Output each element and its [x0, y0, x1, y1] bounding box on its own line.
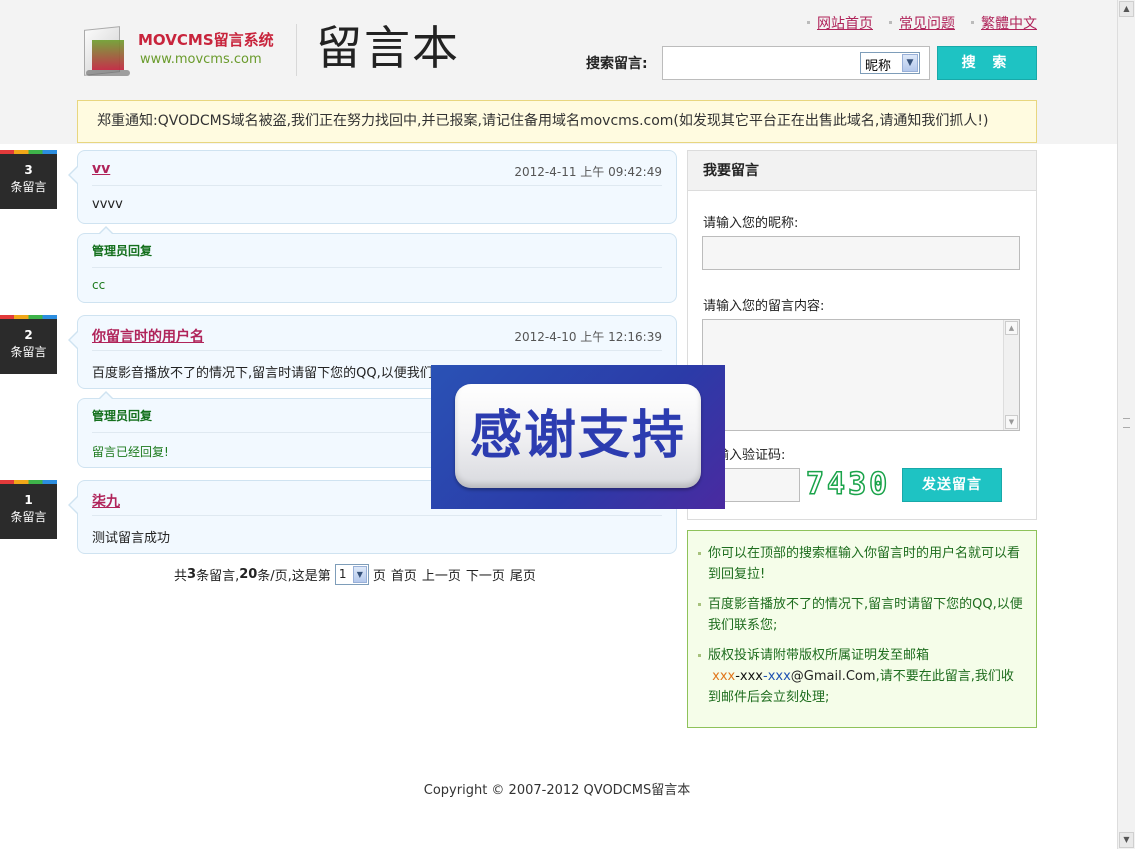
search-type-value: 昵称: [865, 59, 892, 74]
pager-per-page: 20: [239, 567, 258, 582]
message-content: 测试留言成功: [92, 531, 171, 546]
nav-link-faq[interactable]: 常见问题: [887, 13, 955, 33]
message-count-badge: 3 条留言: [0, 150, 57, 209]
chevron-down-icon[interactable]: ▼: [352, 566, 367, 583]
pager-total: 3: [187, 567, 197, 582]
copyright: Copyright © 2007-2012 QVODCMS留言本: [423, 783, 691, 798]
badge-stripe: [0, 150, 57, 154]
scroll-up-icon[interactable]: ▲: [1005, 321, 1018, 335]
email-part: -xxx: [735, 669, 764, 684]
page-select[interactable]: 1 ▼: [334, 564, 369, 585]
badge-label: 条留言: [10, 510, 47, 524]
admin-reply: 管理员回复 cc: [77, 226, 677, 303]
notice-banner: 郑重通知:QVODCMS域名被盗,我们正在努力找回中,并已报案,请记住备用域名m…: [77, 100, 1037, 143]
badge-number: 2: [24, 328, 33, 342]
search-label: 搜索留言:: [586, 56, 648, 72]
message-content: vvvv: [92, 197, 123, 212]
chevron-down-icon[interactable]: ▼: [902, 54, 918, 72]
badge-label: 条留言: [10, 180, 47, 194]
pager-last-link[interactable]: 尾页: [510, 565, 536, 584]
site-logo[interactable]: MOVCMS留言系统 www.movcms.com: [80, 20, 300, 80]
email-part: @Gmail.Com: [790, 669, 876, 684]
logo-url: www.movcms.com: [140, 52, 262, 67]
pager-mid1: 条留言,: [196, 569, 240, 584]
reply-content: cc: [92, 278, 106, 292]
window-scrollbar[interactable]: ▲ ▼: [1117, 0, 1135, 849]
popup-text: 感谢支持: [469, 406, 686, 466]
nick-label: 请输入您的昵称:: [703, 216, 799, 231]
badge-stripe: [0, 315, 57, 319]
message-form-panel: 我要留言 请输入您的昵称: 请输入您的留言内容: ▲ ▼ 请输入验证码: 743…: [687, 150, 1037, 520]
message-author[interactable]: 柒九: [92, 491, 120, 511]
search-type-select[interactable]: 昵称 ▼: [860, 52, 920, 74]
content-textarea[interactable]: ▲ ▼: [702, 319, 1020, 431]
submit-message-button[interactable]: 发送留言: [902, 468, 1002, 502]
tip-item: 你可以在顶部的搜索框输入你留言时的用户名就可以看到回复拉!: [698, 543, 1026, 585]
logo-name: MOVCMS留言系统: [138, 31, 274, 49]
search-button[interactable]: 搜 索: [937, 46, 1037, 80]
page-title: 留言本: [316, 21, 460, 75]
message-time: 2012-4-11 上午 09:42:49: [514, 165, 662, 179]
pager-first-link[interactable]: 首页: [391, 565, 417, 584]
tip-text: 版权投诉请附带版权所属证明发至邮箱: [708, 648, 930, 663]
textarea-scrollbar[interactable]: ▲ ▼: [1003, 320, 1019, 430]
logo-box-icon: [84, 26, 130, 78]
message-author[interactable]: 你留言时的用户名: [92, 326, 204, 346]
popup-button[interactable]: 感谢支持: [455, 384, 701, 488]
scroll-down-icon[interactable]: ▼: [1119, 832, 1134, 848]
nav-link-traditional-chinese[interactable]: 繁體中文: [969, 13, 1037, 33]
content-label: 请输入您的留言内容:: [703, 299, 825, 314]
tip-item: 版权投诉请附带版权所属证明发至邮箱 xxx-xxx-xxx@Gmail.Com,…: [698, 645, 1026, 708]
scroll-down-icon[interactable]: ▼: [1005, 415, 1018, 429]
form-heading: 我要留言: [688, 151, 1036, 191]
tips-box: 你可以在顶部的搜索框输入你留言时的用户名就可以看到回复拉! 百度影音播放不了的情…: [687, 530, 1037, 728]
email-part: xxx: [712, 669, 736, 684]
pager-suffix: 页: [372, 569, 386, 584]
pager-mid2: 条/页,这是第: [257, 569, 331, 584]
badge-number: 1: [24, 493, 33, 507]
badge-label: 条留言: [10, 345, 47, 359]
pagination: 共 3 条留言, 20 条/页,这是第 1 ▼ 页 首页 上一页 下一页 尾页: [174, 564, 536, 585]
tip-item: 百度影音播放不了的情况下,留言时请留下您的QQ,以便我们联系您;: [698, 594, 1026, 636]
top-nav: 网站首页 常见问题 繁體中文: [805, 13, 1037, 33]
pager-prefix: 共: [174, 569, 188, 584]
badge-stripe: [0, 480, 57, 484]
message-time: 2012-4-10 上午 12:16:39: [514, 330, 662, 344]
pager-prev-link[interactable]: 上一页: [422, 565, 461, 584]
pager-next-link[interactable]: 下一页: [466, 565, 505, 584]
reply-title: 管理员回复: [92, 234, 662, 268]
nav-link-home[interactable]: 网站首页: [805, 13, 873, 33]
message-count-badge: 1 条留言: [0, 480, 57, 539]
message-card: vv 2012-4-11 上午 09:42:49 vvvv: [68, 150, 677, 224]
scroll-up-icon[interactable]: ▲: [1119, 1, 1134, 17]
badge-number: 3: [24, 163, 33, 177]
email-part: -xxx: [763, 669, 791, 684]
message-author[interactable]: vv: [92, 161, 110, 177]
nickname-input[interactable]: [702, 236, 1020, 270]
message-count-badge: 2 条留言: [0, 315, 57, 374]
captcha-image[interactable]: 7430: [805, 468, 894, 502]
header-divider: [296, 24, 297, 76]
page-select-value: 1: [338, 567, 347, 581]
scroll-grip[interactable]: [1123, 418, 1130, 428]
thanks-popup[interactable]: 感谢支持: [431, 365, 725, 509]
